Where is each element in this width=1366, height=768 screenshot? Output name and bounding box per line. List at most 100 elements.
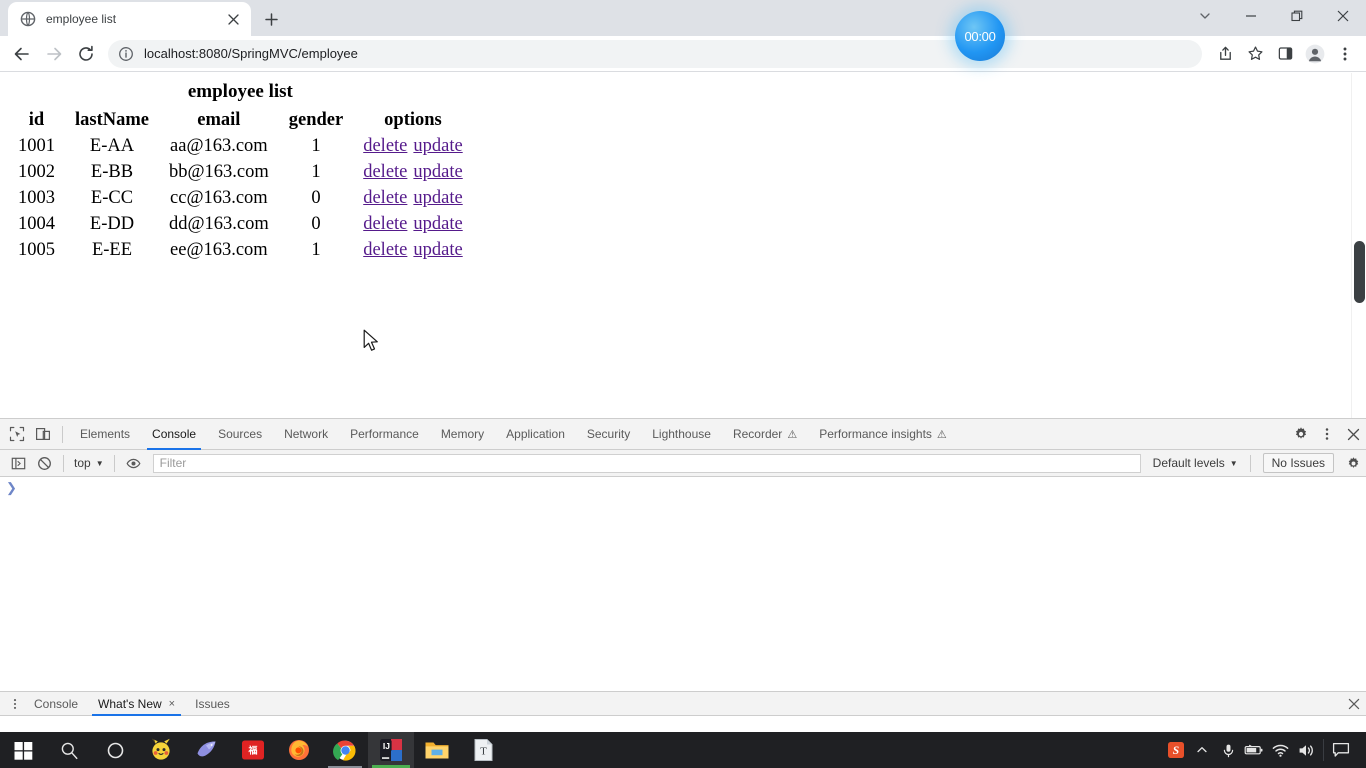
cortana-button[interactable] <box>92 732 138 768</box>
delete-link[interactable]: delete <box>363 240 407 260</box>
devtools-tab-lighthouse[interactable]: Lighthouse <box>641 419 722 450</box>
taskbar-app-explorer[interactable] <box>414 732 460 768</box>
chevron-down-icon: ▼ <box>1229 458 1238 468</box>
devtools-tab-sources[interactable]: Sources <box>207 419 273 450</box>
site-info-icon[interactable] <box>118 46 134 62</box>
tray-notifications-icon[interactable] <box>1328 732 1354 768</box>
update-link[interactable]: update <box>413 162 462 182</box>
address-bar[interactable]: localhost:8080/SpringMVC/employee <box>108 39 1202 68</box>
back-button[interactable] <box>6 38 38 70</box>
devtools-tab-performance[interactable]: Performance <box>339 419 430 450</box>
experiment-icon: ⚠ <box>787 428 798 441</box>
start-button[interactable] <box>0 732 46 768</box>
issues-status-button[interactable]: No Issues <box>1262 453 1334 473</box>
tray-volume-icon[interactable] <box>1293 732 1319 768</box>
console-settings-icon[interactable] <box>1340 450 1366 476</box>
close-icon[interactable]: × <box>169 698 175 710</box>
cell-options: delete update <box>353 238 472 264</box>
maximize-restore-button[interactable] <box>1274 0 1320 32</box>
devtools-tab-console[interactable]: Console <box>141 419 207 450</box>
drawer-tab-issues[interactable]: Issues <box>185 692 240 716</box>
taskbar-app-dolphin[interactable] <box>184 732 230 768</box>
show-desktop-button[interactable] <box>1354 732 1362 768</box>
svg-text:T: T <box>480 746 487 758</box>
devtools-tab-elements[interactable]: Elements <box>69 419 141 450</box>
share-icon[interactable] <box>1210 39 1240 69</box>
reload-button[interactable] <box>70 38 102 70</box>
devtools-tab-application[interactable]: Application <box>495 419 576 450</box>
device-toolbar-icon[interactable] <box>30 421 56 447</box>
window-close-button[interactable] <box>1320 0 1366 32</box>
cell-gender: 1 <box>311 162 321 182</box>
clear-console-icon[interactable] <box>31 450 57 476</box>
devtools-close-icon[interactable] <box>1340 421 1366 447</box>
search-button[interactable] <box>46 732 92 768</box>
update-link[interactable]: update <box>413 240 462 260</box>
chevron-down-icon: ▼ <box>95 458 104 468</box>
table-row: 1003 E-CC cc@163.com 0 delete update <box>8 186 473 212</box>
inspect-element-icon[interactable] <box>4 421 30 447</box>
profile-avatar-icon[interactable] <box>1300 39 1330 69</box>
console-filter-input[interactable]: Filter <box>152 453 1141 473</box>
page-scrollbar[interactable] <box>1351 73 1366 418</box>
tray-battery-icon[interactable] <box>1241 732 1267 768</box>
cell-id: 1004 <box>18 214 55 234</box>
tab-search-button[interactable] <box>1182 0 1228 32</box>
devtools-drawer: Console What's New × Issues <box>0 691 1366 732</box>
drawer-close-icon[interactable] <box>1342 692 1366 716</box>
delete-link[interactable]: delete <box>363 162 407 182</box>
taskbar-app-pikachu[interactable] <box>138 732 184 768</box>
column-header-gender: gender <box>288 110 344 130</box>
devtools-settings-icon[interactable] <box>1288 421 1314 447</box>
drawer-tab-whats-new[interactable]: What's New × <box>88 692 185 716</box>
close-icon[interactable] <box>223 9 243 29</box>
toolbar-divider <box>1249 454 1251 472</box>
devtools-tab-network[interactable]: Network <box>273 419 339 450</box>
taskbar-app-red[interactable]: 福 <box>230 732 276 768</box>
tray-microphone-icon[interactable] <box>1215 732 1241 768</box>
taskbar-app-intellij[interactable]: IJ <box>368 732 414 768</box>
bookmark-star-icon[interactable] <box>1240 39 1270 69</box>
column-header-id: id <box>28 110 45 130</box>
console-input-line[interactable]: ❯ <box>0 477 1366 495</box>
side-panel-icon[interactable] <box>1270 39 1300 69</box>
console-output-area[interactable]: ❯ <box>0 477 1366 691</box>
update-link[interactable]: update <box>413 214 462 234</box>
update-link[interactable]: update <box>413 188 462 208</box>
taskbar-app-typora[interactable]: T <box>460 732 506 768</box>
delete-link[interactable]: delete <box>363 136 407 156</box>
devtools-tab-performance-insights-label: Performance insights <box>819 427 932 441</box>
drawer-tabbar: Console What's New × Issues <box>0 692 1366 716</box>
devtools-tab-recorder[interactable]: Recorder ⚠ <box>722 419 808 450</box>
devtools-tab-recorder-label: Recorder <box>732 427 783 441</box>
console-context-selector[interactable]: top ▼ <box>70 453 108 473</box>
drawer-tab-console[interactable]: Console <box>24 692 88 716</box>
tray-overflow-chevron-icon[interactable] <box>1189 732 1215 768</box>
taskbar-app-firefox[interactable] <box>276 732 322 768</box>
console-sidebar-icon[interactable] <box>5 450 31 476</box>
minimize-button[interactable] <box>1228 0 1274 32</box>
tray-wifi-icon[interactable] <box>1267 732 1293 768</box>
cell-gender: 1 <box>311 240 321 260</box>
taskbar-app-chrome[interactable] <box>322 732 368 768</box>
page-scrollbar-thumb[interactable] <box>1354 241 1365 303</box>
browser-tab-employee-list[interactable]: employee list <box>8 2 251 36</box>
devtools-tab-security[interactable]: Security <box>576 419 641 450</box>
screen: employee list localhost:8080/SpringMVC/e… <box>0 0 1366 768</box>
delete-link[interactable]: delete <box>363 188 407 208</box>
devtools-tab-memory[interactable]: Memory <box>430 419 495 450</box>
cell-lastname: E-CC <box>90 188 134 208</box>
drawer-menu-icon[interactable] <box>6 694 24 714</box>
browser-menu-icon[interactable] <box>1330 39 1360 69</box>
tray-sogou-input[interactable]: S <box>1163 732 1189 768</box>
live-expression-icon[interactable] <box>121 450 147 476</box>
delete-link[interactable]: delete <box>363 214 407 234</box>
cell-lastname: E-DD <box>89 214 135 234</box>
update-link[interactable]: update <box>413 136 462 156</box>
system-tray: S <box>1163 732 1366 768</box>
console-log-levels-selector[interactable]: Default levels ▼ <box>1147 453 1244 473</box>
devtools-more-icon[interactable] <box>1314 421 1340 447</box>
new-tab-button[interactable] <box>257 5 285 33</box>
devtools-tab-performance-insights[interactable]: Performance insights ⚠ <box>808 419 958 450</box>
toolbar-divider <box>113 454 115 472</box>
